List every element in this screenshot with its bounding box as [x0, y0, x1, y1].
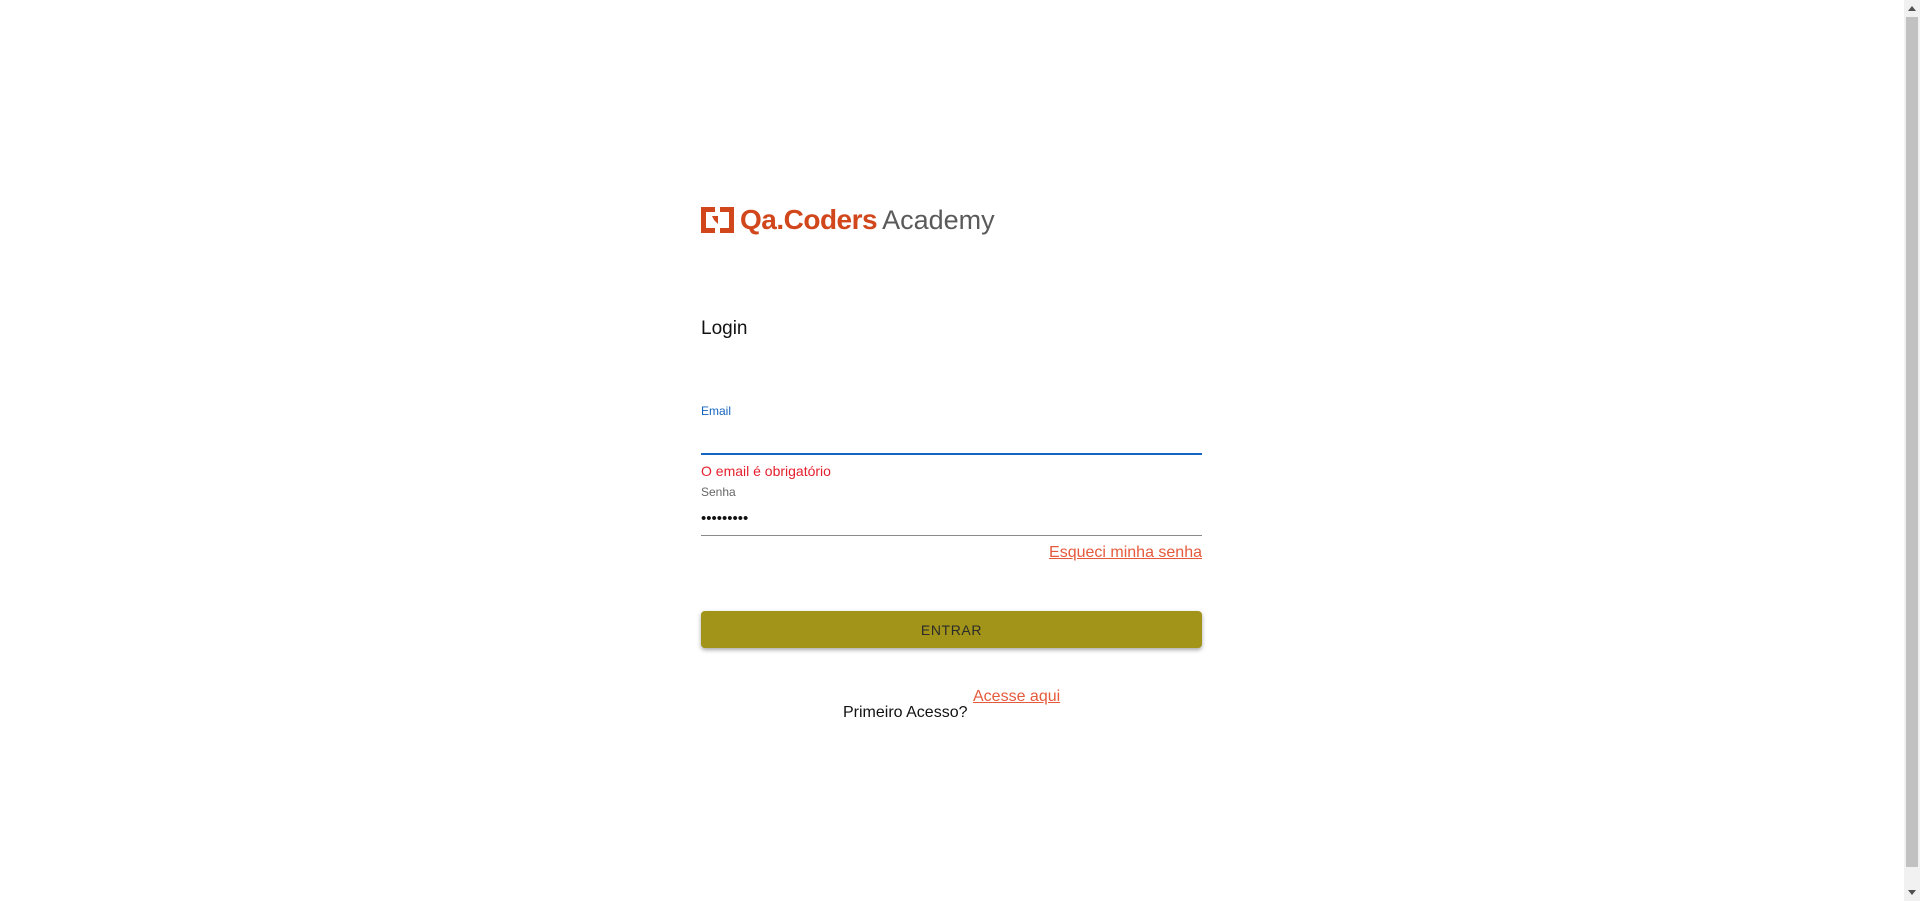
email-input[interactable]: [701, 426, 1202, 448]
password-input[interactable]: [701, 507, 1202, 529]
email-error-message: O email é obrigatório: [701, 463, 831, 479]
password-label: Senha: [701, 485, 736, 499]
scroll-up-icon[interactable]: [1904, 0, 1920, 17]
scrollbar-thumb[interactable]: [1906, 17, 1918, 867]
brand-logo: Qa.Coders Academy: [701, 204, 995, 236]
password-underline: [701, 535, 1202, 536]
email-underline: [701, 453, 1202, 455]
password-field: Senha: [701, 485, 1202, 537]
email-field: Email: [701, 404, 1202, 456]
qa-coders-logo-icon: [701, 207, 734, 233]
first-access-link[interactable]: Acesse aqui: [973, 688, 1060, 706]
page-title: Login: [701, 318, 748, 339]
forgot-password-link[interactable]: Esqueci minha senha: [1049, 544, 1202, 562]
login-button[interactable]: ENTRAR: [701, 611, 1202, 648]
email-label: Email: [701, 404, 732, 418]
vertical-scrollbar[interactable]: [1904, 0, 1920, 901]
first-access-prompt: Primeiro Acesso?: [843, 704, 968, 721]
brand-suffix: Academy: [882, 205, 995, 235]
scroll-down-icon[interactable]: [1904, 884, 1920, 901]
brand-name: Qa.Coders: [740, 204, 878, 235]
login-page: Qa.Coders Academy Login Email O email é …: [0, 0, 1920, 901]
